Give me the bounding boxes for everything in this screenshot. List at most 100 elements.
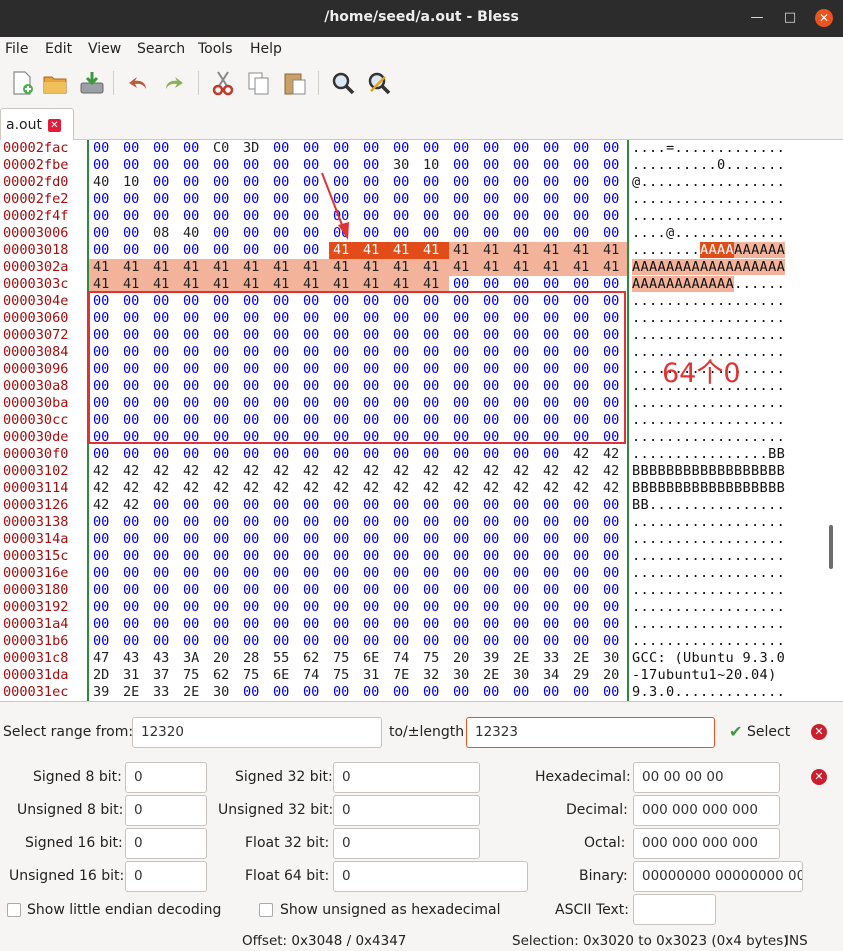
hex-byte[interactable]: 00: [509, 429, 539, 446]
hex-row[interactable]: 00 00 00 00 00 00 00 00 00 00 00 00 00 00 00 00 00 00: [89, 208, 627, 225]
hex-byte[interactable]: 00: [299, 395, 329, 412]
hex-byte[interactable]: 00: [479, 191, 509, 208]
hex-byte[interactable]: 00: [599, 531, 629, 548]
hex-byte[interactable]: 41: [149, 259, 179, 276]
hex-byte[interactable]: 41: [539, 242, 569, 259]
hex-byte[interactable]: 00: [539, 684, 569, 701]
hex-byte[interactable]: 00: [359, 208, 389, 225]
hex-byte[interactable]: 00: [269, 633, 299, 650]
hex-byte[interactable]: 00: [569, 599, 599, 616]
hex-byte[interactable]: 00: [539, 446, 569, 463]
hex-byte[interactable]: 00: [119, 344, 149, 361]
ascii-row[interactable]: ..................: [632, 565, 785, 582]
hex-byte[interactable]: 00: [539, 412, 569, 429]
hex-byte[interactable]: 41: [599, 259, 629, 276]
hex-byte[interactable]: 00: [539, 191, 569, 208]
hex-byte[interactable]: 00: [119, 242, 149, 259]
hex-byte[interactable]: 00: [569, 497, 599, 514]
hex-byte[interactable]: 41: [479, 259, 509, 276]
hex-byte[interactable]: 42: [209, 480, 239, 497]
hex-byte[interactable]: 00: [149, 599, 179, 616]
hex-row[interactable]: 00 00 00 00 00 00 00 00 00 00 00 00 00 00 00 00 00 00: [89, 395, 627, 412]
hex-byte[interactable]: 00: [89, 310, 119, 327]
ascii-row[interactable]: GCC: (Ubuntu 9.3.0: [632, 650, 785, 667]
hex-byte[interactable]: 00: [359, 616, 389, 633]
hex-row[interactable]: 00 00 08 40 00 00 00 00 00 00 00 00 00 00 00 00 00 00: [89, 225, 627, 242]
hex-row[interactable]: 00 00 00 00 00 00 00 00 00 00 00 00 00 00 00 00 00 00: [89, 599, 627, 616]
hex-row[interactable]: 00 00 00 00 00 00 00 00 00 00 00 00 00 00 00 00 00 00: [89, 565, 627, 582]
hex-byte[interactable]: 00: [299, 361, 329, 378]
hex-byte[interactable]: 00: [599, 395, 629, 412]
hex-byte[interactable]: 00: [119, 293, 149, 310]
signed16-field[interactable]: 0: [125, 828, 207, 859]
hex-byte[interactable]: 41: [569, 259, 599, 276]
open-folder-icon[interactable]: [41, 69, 69, 97]
unsigned8-field[interactable]: 0: [125, 795, 207, 826]
hex-byte[interactable]: 00: [389, 208, 419, 225]
hex-byte[interactable]: 00: [599, 157, 629, 174]
hex-byte[interactable]: 00: [149, 242, 179, 259]
hex-byte[interactable]: 00: [419, 497, 449, 514]
hex-row[interactable]: 2D 31 37 75 62 75 6E 74 75 31 7E 32 30 2E 30 34 29 20: [89, 667, 627, 684]
hex-byte[interactable]: 00: [509, 361, 539, 378]
hex-byte[interactable]: 00: [479, 276, 509, 293]
hex-byte[interactable]: 30: [209, 684, 239, 701]
hex-byte[interactable]: 00: [209, 174, 239, 191]
hex-byte[interactable]: 00: [209, 582, 239, 599]
hex-byte[interactable]: 00: [569, 565, 599, 582]
hex-byte[interactable]: 41: [509, 259, 539, 276]
hex-byte[interactable]: 00: [89, 140, 119, 157]
hex-byte[interactable]: 41: [239, 276, 269, 293]
hex-byte[interactable]: 00: [599, 582, 629, 599]
hex-byte[interactable]: 00: [569, 327, 599, 344]
hex-byte[interactable]: 42: [389, 480, 419, 497]
hex-row[interactable]: 00 00 00 00 00 00 00 00 00 00 00 00 00 00 00 00 00 00: [89, 633, 627, 650]
hex-byte[interactable]: 00: [209, 548, 239, 565]
hex-byte[interactable]: 00: [179, 633, 209, 650]
hex-byte[interactable]: 00: [389, 616, 419, 633]
hex-byte[interactable]: 08: [149, 225, 179, 242]
hex-byte[interactable]: 00: [329, 293, 359, 310]
hex-byte[interactable]: 00: [539, 174, 569, 191]
hex-byte[interactable]: 00: [509, 616, 539, 633]
hex-row[interactable]: 00 00 00 00 00 00 00 00 00 00 00 00 00 00 00 00 00 00: [89, 616, 627, 633]
hex-byte[interactable]: 42: [89, 497, 119, 514]
redo-icon[interactable]: [160, 69, 188, 97]
hex-byte[interactable]: 00: [449, 446, 479, 463]
hex-byte[interactable]: 40: [179, 225, 209, 242]
hex-byte[interactable]: 00: [269, 446, 299, 463]
hex-row[interactable]: 41 41 41 41 41 41 41 41 41 41 41 41 00 00 00 00 00 00: [89, 276, 627, 293]
hex-byte[interactable]: 00: [509, 157, 539, 174]
hex-byte[interactable]: 00: [509, 344, 539, 361]
hex-byte[interactable]: 00: [269, 327, 299, 344]
hex-byte[interactable]: 00: [359, 531, 389, 548]
hex-byte[interactable]: 41: [119, 259, 149, 276]
hex-byte[interactable]: 00: [269, 361, 299, 378]
hex-byte[interactable]: 42: [359, 480, 389, 497]
ascii-row[interactable]: ..................: [632, 616, 785, 633]
hex-byte[interactable]: 00: [419, 395, 449, 412]
hex-byte[interactable]: 00: [569, 582, 599, 599]
hex-byte[interactable]: 00: [209, 616, 239, 633]
hex-byte[interactable]: 00: [149, 514, 179, 531]
find-replace-icon[interactable]: [365, 69, 393, 97]
hex-byte[interactable]: 00: [449, 344, 479, 361]
hex-byte[interactable]: 00: [89, 548, 119, 565]
hex-row[interactable]: 39 2E 33 2E 30 00 00 00 00 00 00 00 00 00 00 00 00 00: [89, 684, 627, 701]
hex-byte[interactable]: 00: [449, 157, 479, 174]
hex-byte[interactable]: 00: [329, 378, 359, 395]
hex-byte[interactable]: 00: [599, 174, 629, 191]
hex-byte[interactable]: 00: [419, 327, 449, 344]
hex-byte[interactable]: 00: [299, 344, 329, 361]
hex-byte[interactable]: 00: [479, 361, 509, 378]
hex-byte[interactable]: 00: [569, 514, 599, 531]
hex-byte[interactable]: 00: [599, 378, 629, 395]
hex-byte[interactable]: 00: [359, 412, 389, 429]
hex-byte[interactable]: 00: [389, 378, 419, 395]
hex-byte[interactable]: 00: [299, 310, 329, 327]
hex-byte[interactable]: C0: [209, 140, 239, 157]
hex-byte[interactable]: 00: [269, 582, 299, 599]
hex-byte[interactable]: 31: [359, 667, 389, 684]
hex-byte[interactable]: 00: [389, 599, 419, 616]
ascii-row[interactable]: ..................: [632, 429, 785, 446]
